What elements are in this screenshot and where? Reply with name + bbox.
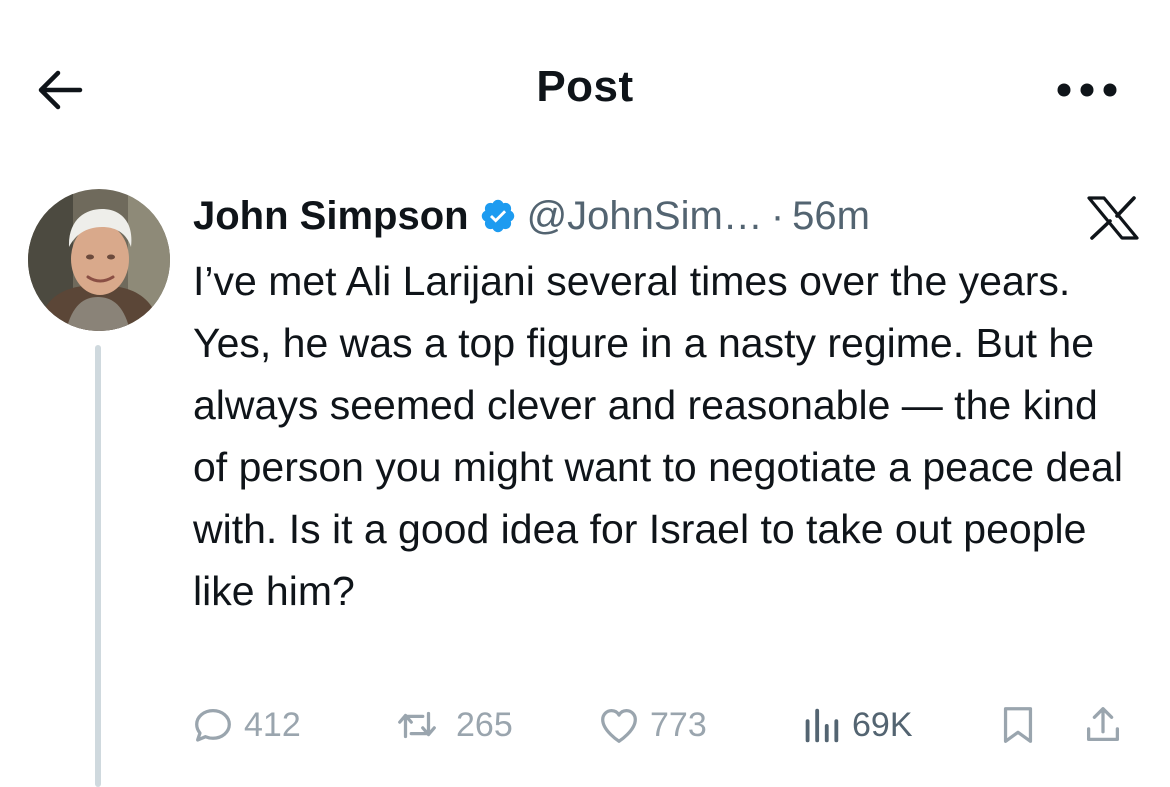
like-count: 773	[650, 705, 707, 744]
post-timestamp[interactable]: 56m	[792, 194, 870, 239]
repost-icon	[398, 711, 436, 739]
x-logo-icon	[1086, 196, 1140, 240]
post-text: I’ve met Ali Larijani several times over…	[193, 258, 1123, 614]
repost-count: 265	[456, 705, 513, 744]
share-icon	[1086, 707, 1120, 742]
verified-badge-icon	[481, 199, 514, 233]
author-handle[interactable]: @JohnSim…	[527, 194, 763, 239]
page-title: Post	[536, 62, 634, 111]
views-button[interactable]: 69K	[798, 700, 913, 750]
like-button[interactable]: 773	[596, 700, 707, 750]
reply-count: 412	[244, 705, 301, 744]
separator-dot: ·	[770, 193, 785, 238]
share-button[interactable]	[1080, 700, 1134, 750]
author-photo	[28, 189, 170, 331]
bookmark-button[interactable]	[995, 700, 1049, 750]
analytics-icon	[805, 708, 839, 743]
avatar[interactable]	[28, 189, 170, 331]
repost-button[interactable]: 265	[386, 700, 513, 750]
author-name[interactable]: John Simpson	[193, 194, 469, 239]
thread-line	[95, 345, 101, 787]
more-options-button[interactable]	[1052, 72, 1122, 108]
reply-button[interactable]: 412	[190, 700, 301, 750]
reply-icon	[195, 708, 231, 742]
heart-icon	[601, 708, 637, 743]
post-header: John Simpson @JohnSim… · 56m	[193, 188, 870, 244]
view-count: 69K	[852, 705, 913, 744]
bookmark-icon	[1003, 707, 1033, 743]
more-horizontal-icon	[1057, 83, 1117, 97]
